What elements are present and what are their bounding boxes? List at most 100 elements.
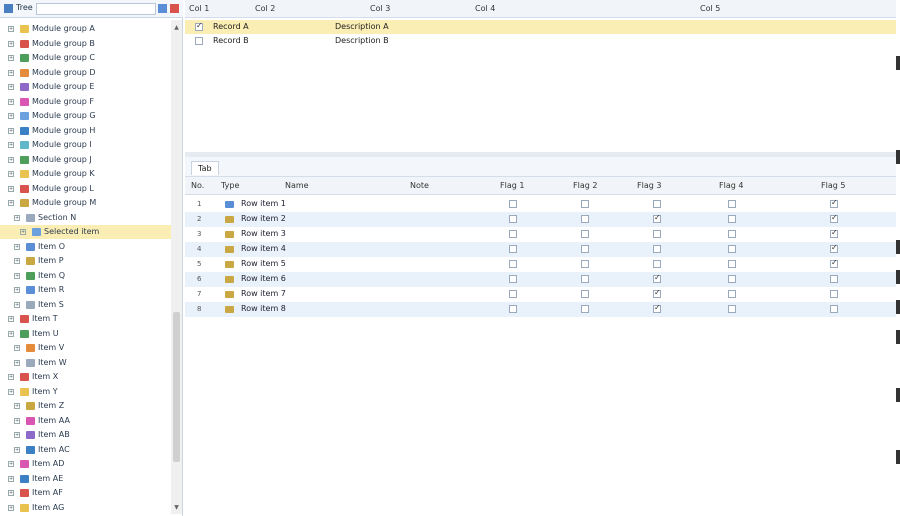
flag-checkbox[interactable] [728, 260, 736, 268]
tree-node[interactable]: + Module group M [0, 196, 171, 210]
header-note[interactable]: Note [410, 181, 429, 190]
expand-icon[interactable]: + [8, 461, 14, 467]
expand-icon[interactable]: + [14, 214, 20, 221]
flag-checkbox[interactable] [581, 230, 589, 238]
expand-icon[interactable]: + [14, 359, 20, 366]
flag-checkbox[interactable] [830, 213, 838, 223]
search-icon[interactable] [158, 4, 167, 13]
expand-icon[interactable]: + [8, 388, 14, 395]
flag-checkbox[interactable] [728, 290, 736, 298]
header-col-1[interactable]: Col 1 [189, 4, 209, 13]
detail-row[interactable]: 7 Row item 7 [185, 287, 896, 302]
flag-checkbox[interactable] [653, 230, 661, 238]
expand-icon[interactable]: + [14, 287, 20, 293]
detail-row[interactable]: 3 Row item 3 [185, 227, 896, 242]
flag-checkbox[interactable] [653, 303, 661, 313]
flag-checkbox[interactable] [581, 305, 589, 313]
flag-checkbox[interactable] [509, 215, 517, 223]
flag-checkbox[interactable] [581, 275, 589, 283]
header-flag-1[interactable]: Flag 1 [500, 181, 524, 190]
refresh-icon[interactable] [170, 4, 179, 13]
tree-node[interactable]: + Item O [0, 240, 171, 254]
flag-checkbox[interactable] [653, 288, 661, 298]
master-row[interactable]: Record A Description A [185, 20, 896, 34]
tree-node[interactable]: + Module group D [0, 66, 171, 80]
tree-node[interactable]: + Item U [0, 327, 171, 341]
flag-checkbox[interactable] [653, 273, 661, 283]
tree-node[interactable]: + Item Z [0, 399, 171, 413]
header-flag-3[interactable]: Flag 3 [637, 181, 661, 190]
tree-node[interactable]: + Item AG [0, 501, 171, 515]
flag-checkbox[interactable] [830, 275, 838, 283]
tree-node[interactable]: + Module group H [0, 124, 171, 138]
expand-icon[interactable]: + [8, 127, 14, 134]
scroll-up-icon[interactable]: ▲ [173, 24, 180, 31]
expand-icon[interactable]: + [14, 258, 20, 264]
flag-checkbox[interactable] [653, 245, 661, 253]
expand-icon[interactable]: + [8, 475, 14, 482]
tree-node[interactable]: + Item AD [0, 457, 171, 471]
expand-icon[interactable]: + [8, 55, 14, 61]
header-col-3[interactable]: Col 3 [370, 4, 390, 13]
tree-node[interactable]: + Item AB [0, 428, 171, 442]
flag-checkbox[interactable] [581, 245, 589, 253]
expand-icon[interactable]: + [14, 446, 20, 453]
tree-node[interactable]: + Module group E [0, 80, 171, 94]
detail-row[interactable]: 2 Row item 2 [185, 212, 896, 227]
master-row[interactable]: Record B Description B [185, 34, 896, 48]
flag-checkbox[interactable] [509, 245, 517, 253]
tree-node[interactable]: + Item AC [0, 443, 171, 457]
expand-icon[interactable]: + [8, 84, 14, 90]
tree-node[interactable]: + Item AA [0, 414, 171, 428]
expand-icon[interactable]: + [8, 171, 14, 177]
tree-node[interactable]: + Module group A [0, 22, 171, 36]
tree-node[interactable]: + Item X [0, 370, 171, 384]
flag-checkbox[interactable] [830, 258, 838, 268]
flag-checkbox[interactable] [581, 200, 589, 208]
tree-node[interactable]: + Item T [0, 312, 171, 326]
flag-checkbox[interactable] [653, 200, 661, 208]
flag-checkbox[interactable] [728, 215, 736, 223]
tree-node[interactable]: + Item R [0, 283, 171, 297]
flag-checkbox[interactable] [653, 260, 661, 268]
expand-icon[interactable]: + [8, 26, 14, 32]
expand-icon[interactable]: + [8, 504, 14, 511]
header-flag-4[interactable]: Flag 4 [719, 181, 743, 190]
tree-node[interactable]: + Item P [0, 254, 171, 268]
flag-checkbox[interactable] [653, 213, 661, 223]
tree-node[interactable]: + Selected item [0, 225, 171, 239]
tree-node[interactable]: + Item W [0, 356, 171, 370]
expand-icon[interactable]: + [14, 243, 20, 250]
flag-checkbox[interactable] [581, 290, 589, 298]
flag-checkbox[interactable] [728, 275, 736, 283]
flag-checkbox[interactable] [509, 275, 517, 283]
expand-icon[interactable]: + [8, 316, 14, 322]
header-col-4[interactable]: Col 4 [475, 4, 495, 13]
expand-icon[interactable]: + [8, 490, 14, 496]
flag-checkbox[interactable] [581, 260, 589, 268]
expand-icon[interactable]: + [14, 301, 20, 308]
header-type[interactable]: Type [221, 181, 239, 190]
flag-checkbox[interactable] [728, 230, 736, 238]
expand-icon[interactable]: + [8, 374, 14, 380]
flag-checkbox[interactable] [830, 290, 838, 298]
expand-icon[interactable]: + [8, 98, 14, 105]
header-col-5[interactable]: Col 5 [700, 4, 720, 13]
expand-icon[interactable]: + [8, 113, 14, 119]
tree-node[interactable]: + Module group C [0, 51, 171, 65]
expand-icon[interactable]: + [8, 156, 14, 163]
expand-icon[interactable]: + [14, 403, 20, 409]
detail-row[interactable]: 4 Row item 4 [185, 242, 896, 257]
header-col-2[interactable]: Col 2 [255, 4, 275, 13]
detail-row[interactable]: 6 Row item 6 [185, 272, 896, 287]
tree-node[interactable]: + Item V [0, 341, 171, 355]
expand-icon[interactable]: + [8, 69, 14, 76]
flag-checkbox[interactable] [830, 198, 838, 208]
detail-row[interactable]: 8 Row item 8 [185, 302, 896, 317]
tree-node[interactable]: + Item S [0, 298, 171, 312]
expand-icon[interactable]: + [8, 185, 14, 192]
flag-checkbox[interactable] [581, 215, 589, 223]
flag-checkbox[interactable] [509, 200, 517, 208]
header-flag-5[interactable]: Flag 5 [821, 181, 845, 190]
expand-icon[interactable]: + [8, 142, 14, 148]
